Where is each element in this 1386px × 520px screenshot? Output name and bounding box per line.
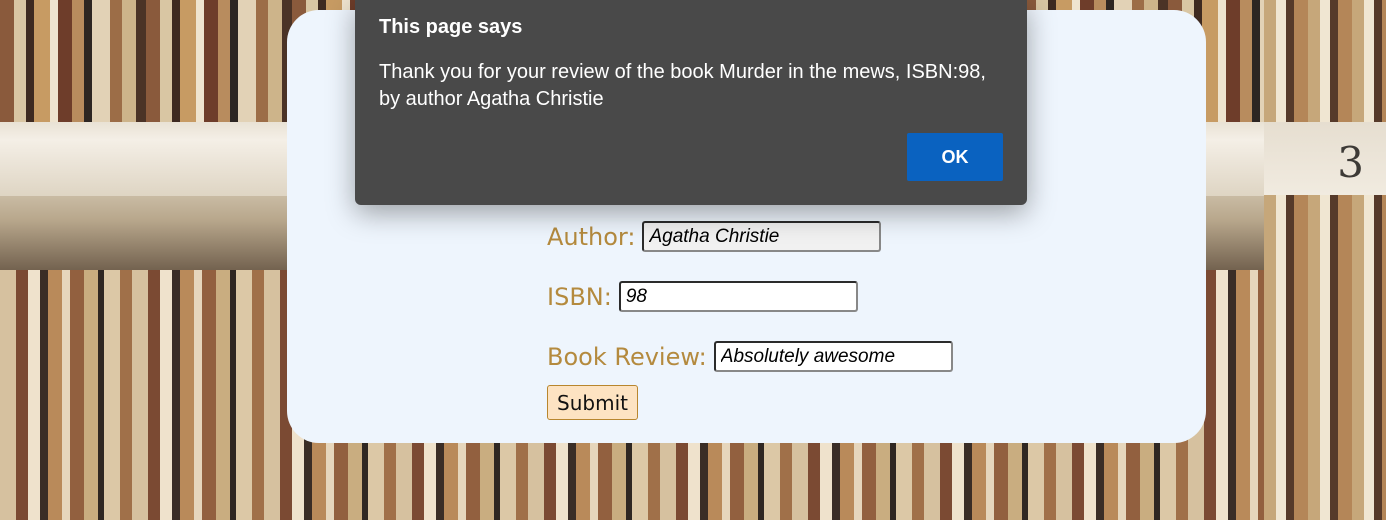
submit-button[interactable]: Submit xyxy=(547,385,638,420)
isbn-row: ISBN: xyxy=(547,281,858,312)
ok-button[interactable]: OK xyxy=(907,133,1003,181)
dialog-title: This page says xyxy=(379,16,523,38)
isbn-field[interactable] xyxy=(618,281,858,312)
review-row: Book Review: xyxy=(547,341,953,372)
review-field[interactable] xyxy=(713,341,953,372)
shelf-number-label: 3 xyxy=(1337,138,1364,187)
dialog-message: Thank you for your review of the book Mu… xyxy=(379,61,986,110)
author-field[interactable] xyxy=(642,221,882,252)
author-label: Author: xyxy=(547,222,636,251)
author-row: Author: xyxy=(547,221,882,252)
right-shelf-books xyxy=(1264,0,1386,520)
review-label: Book Review: xyxy=(547,342,707,371)
alert-dialog: This page says Thank you for your review… xyxy=(355,0,1027,205)
isbn-label: ISBN: xyxy=(547,282,612,311)
